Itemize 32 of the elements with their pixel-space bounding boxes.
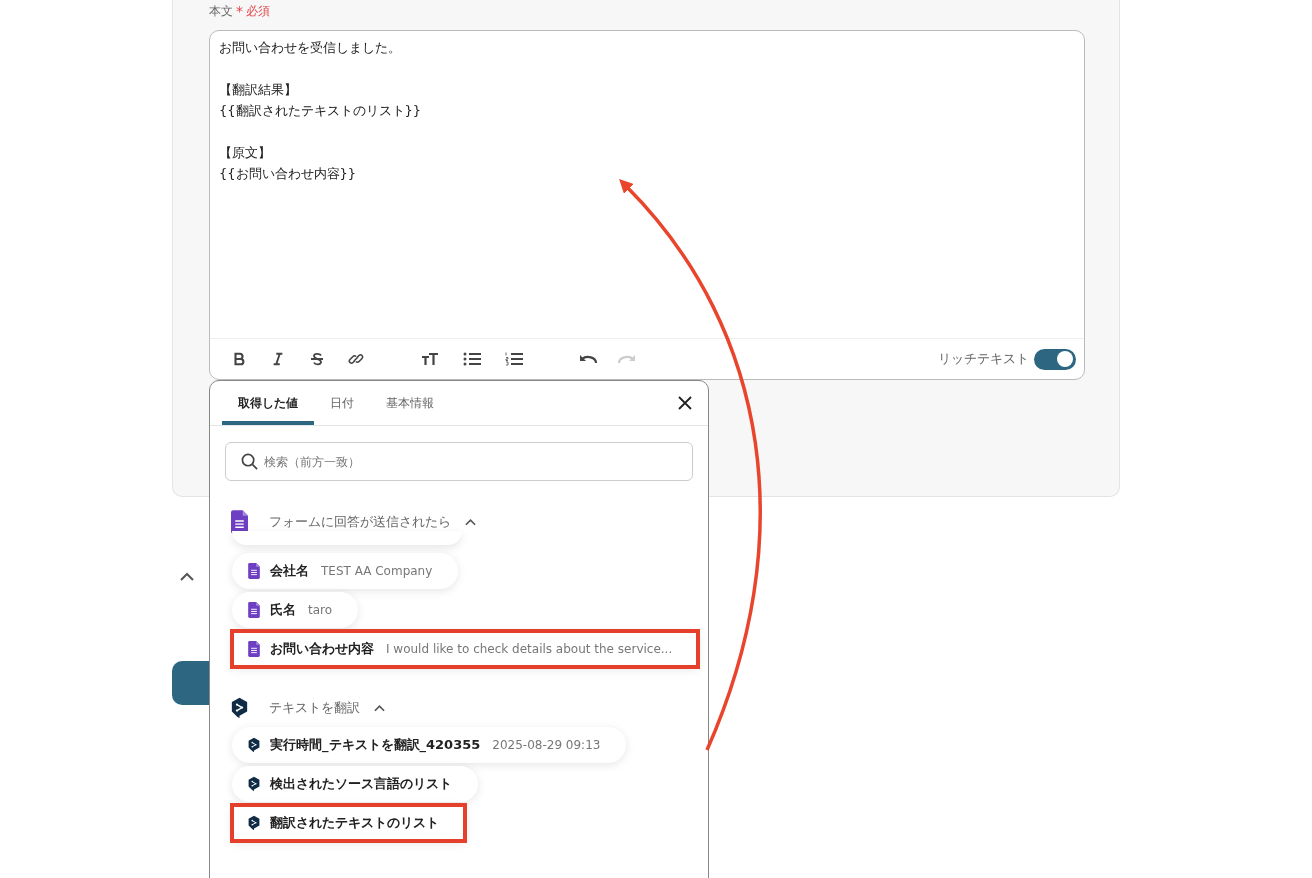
hexagon-logo-icon [248,776,260,792]
chevron-icon[interactable] [180,572,194,581]
group-title: フォームに回答が送信されたら [269,513,451,531]
value-chip[interactable]: 実行時間_テキストを翻訳_420355 2025-08-29 09:13 [232,727,627,763]
form-document-icon [248,641,260,657]
rich-text-toggle[interactable] [1034,348,1076,370]
primary-button[interactable] [172,661,210,705]
value-chip[interactable]: 会社名 TEST AA Company [232,553,459,589]
field-label: 本文 [209,2,233,20]
form-document-icon [248,602,260,618]
search-field[interactable]: 検索（前方一致） [225,442,693,481]
required-label: 必須 [246,2,270,20]
body-text[interactable]: お問い合わせを受信しました。 【翻訳結果】 {{翻訳されたテキストのリスト}} 【原文】 {{お問い合わせ内容}} [210,31,1084,338]
hexagon-logo-icon [248,737,260,753]
value-chip[interactable]: お問い合わせ内容 I would like to check details about the service... [232,631,699,667]
chevron-icon[interactable] [374,704,385,712]
form-document-icon [231,510,248,534]
chevron-icon[interactable] [465,518,476,526]
value-chip[interactable]: 氏名 taro [232,592,359,628]
picker-tab[interactable]: 基本情報 [370,381,450,425]
close-icon[interactable] [678,396,694,412]
hexagon-logo-icon [248,815,260,831]
picker-tab[interactable]: 取得した値 [222,381,314,425]
value-chip[interactable]: 検出されたソース言語のリスト [232,766,478,802]
value-chip[interactable]: 翻訳されたテキストのリスト [232,805,465,841]
required-mark: * [236,3,243,19]
group-title: テキストを翻訳 [269,699,360,717]
hexagon-logo-icon [231,696,248,720]
picker-tab[interactable]: 日付 [314,381,370,425]
search-icon [241,453,258,470]
form-document-icon [248,563,260,579]
rich-text-label: リッチテキスト [938,350,1029,368]
